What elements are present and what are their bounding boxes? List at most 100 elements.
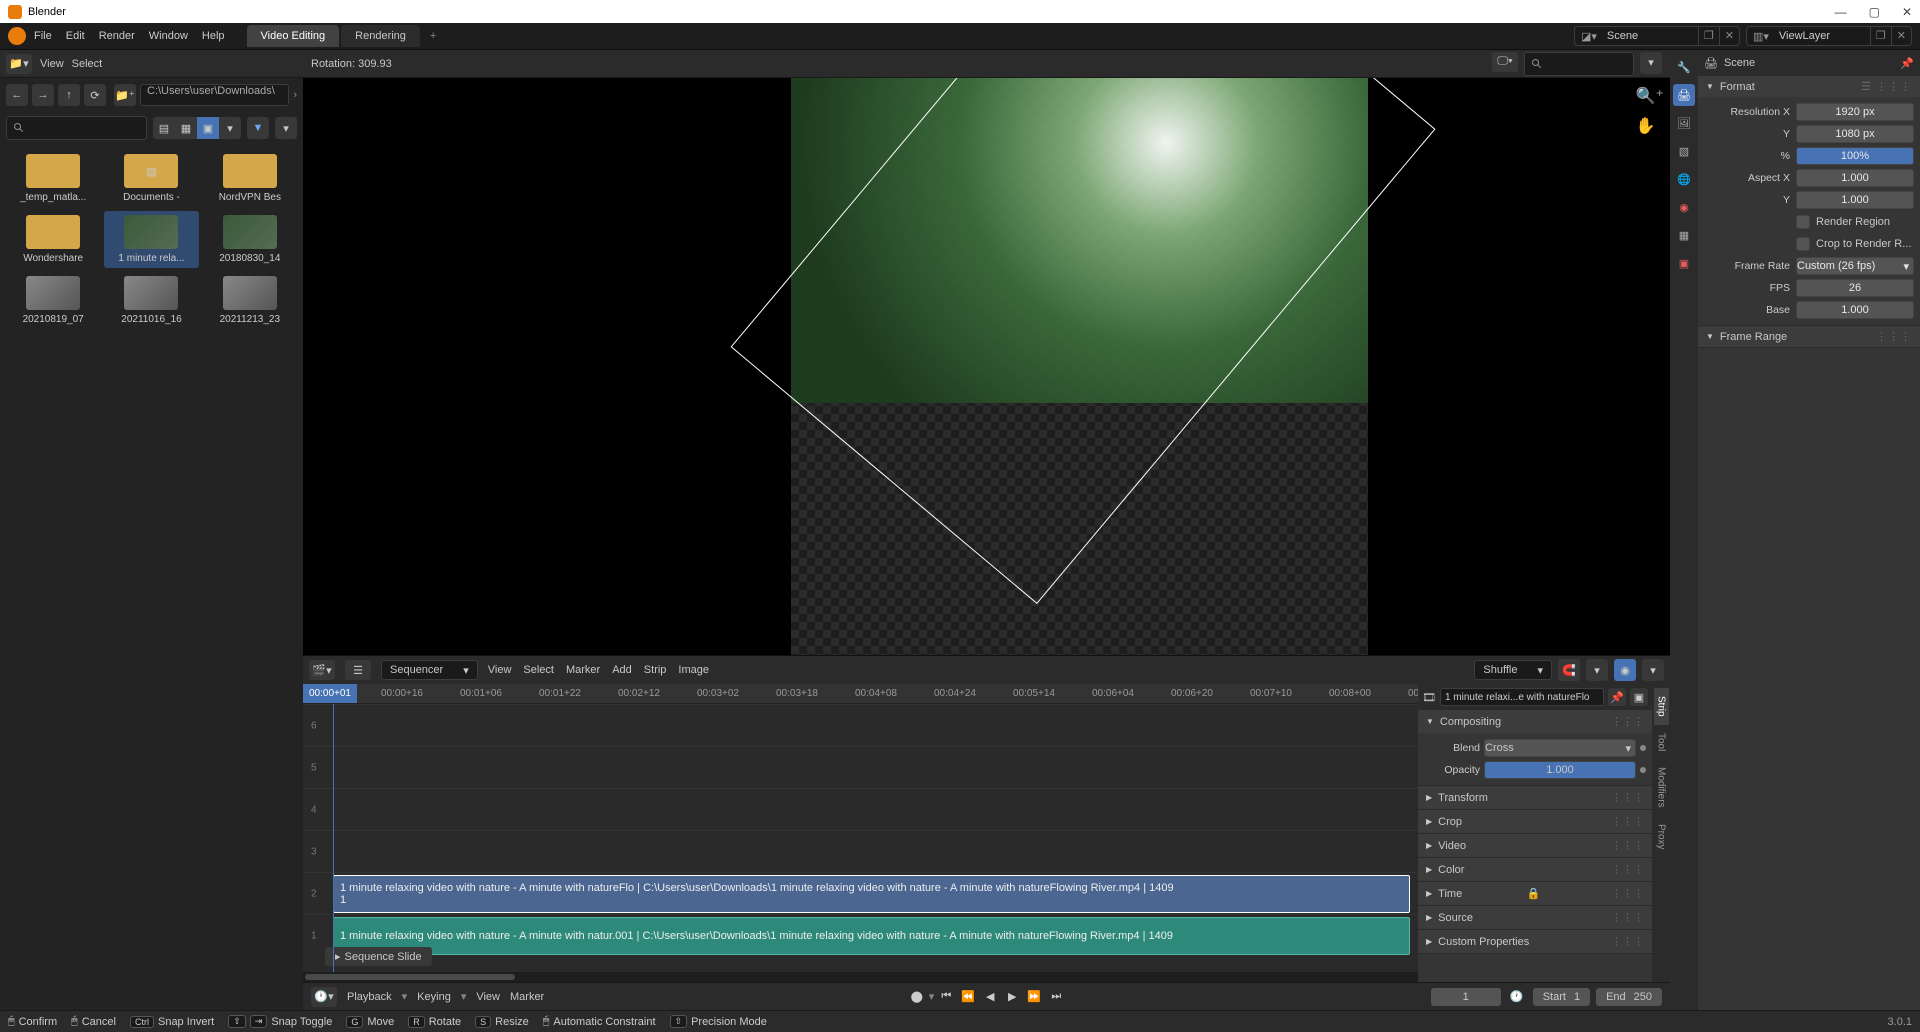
section-custom-props[interactable]: ▶Custom Properties⋮⋮⋮ [1418, 930, 1652, 953]
editor-type-dropdown[interactable]: 📁▾ [6, 54, 32, 74]
playback-menu[interactable]: Playback [347, 991, 392, 1003]
tab-video-editing[interactable]: Video Editing [247, 25, 340, 47]
prop-tab-viewlayer[interactable]: ▧ [1673, 140, 1695, 162]
keyframe-dot[interactable] [1640, 767, 1646, 773]
delete-viewlayer-button[interactable]: ✕ [1891, 27, 1911, 45]
view-list-vertical-button[interactable]: ▤ [153, 117, 175, 139]
new-scene-button[interactable]: ❐ [1698, 27, 1719, 45]
scene-browse-icon[interactable]: ◪▾ [1575, 30, 1603, 43]
viewlayer-selector[interactable]: ▥▾ ❐ ✕ [1746, 26, 1912, 46]
aspect-x-field[interactable]: 1.000 [1796, 169, 1914, 187]
seq-editor-type-dropdown[interactable]: 🎬▾ [309, 660, 335, 680]
autokey-button[interactable]: ⬤ [907, 987, 927, 1007]
sidepanel-tab-strip[interactable]: Strip [1654, 688, 1669, 725]
file-item[interactable]: 20210819_07 [6, 272, 100, 329]
preview-options-button[interactable]: ▾ [1640, 52, 1662, 74]
keyframe-dot[interactable] [1640, 745, 1646, 751]
video-strip-channel2[interactable]: 1 minute relaxing video with nature - A … [333, 875, 1410, 913]
resolution-y-field[interactable]: 1080 px [1796, 125, 1914, 143]
seq-overlap-dropdown[interactable]: Shuffle▾ [1474, 660, 1552, 680]
keying-menu[interactable]: Keying [417, 991, 451, 1003]
nav-back-button[interactable]: ← [6, 84, 28, 106]
prop-tab-render[interactable]: 🖼 [1673, 112, 1695, 134]
play-button[interactable]: ▶ [1002, 987, 1022, 1007]
scrollbar-thumb[interactable] [305, 974, 515, 980]
section-transform[interactable]: ▶Transform⋮⋮⋮ [1418, 786, 1652, 809]
seq-menu-add[interactable]: Add [612, 664, 632, 676]
zoom-icon[interactable]: 🔍⁺ [1636, 86, 1664, 106]
sidepanel-tab-tool[interactable]: Tool [1654, 725, 1669, 759]
pan-icon[interactable]: ✋ [1636, 116, 1664, 136]
view-thumbnail-button[interactable]: ▣ [197, 117, 219, 139]
seq-mode-dropdown[interactable]: Sequencer▾ [381, 660, 478, 680]
file-item[interactable]: Wondershare [6, 211, 100, 268]
path-input[interactable]: C:\Users\user\Downloads\ [140, 84, 289, 106]
prop-tab-object[interactable]: ▦ [1673, 224, 1695, 246]
menu-render[interactable]: Render [99, 30, 135, 42]
nav-refresh-button[interactable]: ⟳ [84, 84, 106, 106]
seq-menu-image[interactable]: Image [678, 664, 709, 676]
scene-name-input[interactable] [1603, 28, 1698, 44]
menu-window[interactable]: Window [149, 30, 188, 42]
timecode-ruler[interactable]: 00:00+01 00:00+16 00:01+06 00:01+22 00:0… [303, 684, 1418, 704]
path-more-icon[interactable]: › [293, 89, 297, 101]
viewlayer-name-input[interactable] [1775, 28, 1870, 44]
base-field[interactable]: 1.000 [1796, 301, 1914, 319]
section-compositing[interactable]: ▼Compositing⋮⋮⋮ [1418, 710, 1652, 733]
sidepanel-tab-proxy[interactable]: Proxy [1654, 816, 1669, 858]
file-item[interactable]: 20211213_23 [203, 272, 297, 329]
framerate-dropdown[interactable]: Custom (26 fps)▾ [1796, 257, 1914, 275]
prop-tab-world[interactable]: 🌐 [1673, 168, 1695, 190]
sidepanel-tab-modifiers[interactable]: Modifiers [1654, 759, 1669, 816]
jump-start-button[interactable]: ⏮ [936, 987, 956, 1007]
file-item[interactable]: _temp_matla... [6, 150, 100, 207]
delete-scene-button[interactable]: ✕ [1719, 27, 1739, 45]
scene-selector[interactable]: ◪▾ ❐ ✕ [1574, 26, 1740, 46]
section-color[interactable]: ▶Color⋮⋮⋮ [1418, 858, 1652, 881]
fb-menu-view[interactable]: View [40, 58, 64, 70]
menu-edit[interactable]: Edit [66, 30, 85, 42]
preview-viewport[interactable]: 🔍⁺ ✋ [303, 78, 1670, 655]
nav-forward-button[interactable]: → [32, 84, 54, 106]
nav-newfolder-button[interactable]: 📁⁺ [114, 84, 136, 106]
file-item[interactable]: ▧Documents - [104, 150, 198, 207]
view-options-button[interactable]: ▾ [219, 117, 241, 139]
section-source[interactable]: ▶Source⋮⋮⋮ [1418, 906, 1652, 929]
file-search-input[interactable] [6, 116, 147, 140]
seq-show-overlay-button[interactable]: ◉ [1614, 659, 1636, 681]
end-frame-field[interactable]: End250 [1596, 988, 1662, 1006]
preview-range-button[interactable]: 🕐 [1507, 987, 1527, 1007]
blend-dropdown[interactable]: Cross▾ [1484, 739, 1636, 757]
prop-section-frame-range[interactable]: ▼Frame Range⋮⋮⋮ [1698, 326, 1920, 347]
seq-overlay-options[interactable]: ▾ [1642, 659, 1664, 681]
seq-menu-select[interactable]: Select [523, 664, 554, 676]
prop-tab-scene[interactable]: ◉ [1673, 196, 1695, 218]
opacity-field[interactable]: 1.000 [1484, 761, 1636, 779]
strip-name-input[interactable] [1440, 688, 1604, 706]
prop-tab-tool[interactable]: 🔧 [1673, 56, 1695, 78]
crop-region-check[interactable] [1796, 237, 1810, 251]
file-item[interactable]: NordVPN Bes [203, 150, 297, 207]
file-item-selected[interactable]: 1 minute rela... [104, 211, 198, 268]
nav-up-button[interactable]: ↑ [58, 84, 80, 106]
seq-view-type-dropdown[interactable]: ☰ [345, 660, 371, 680]
prop-pin-button[interactable]: 📌 [1900, 57, 1914, 70]
resolution-pct-field[interactable]: 100% [1796, 147, 1914, 165]
current-frame-field[interactable]: 1 [1431, 988, 1501, 1006]
file-item[interactable]: 20211016_16 [104, 272, 198, 329]
start-frame-field[interactable]: Start1 [1533, 988, 1590, 1006]
prop-tab-texture[interactable]: ▣ [1673, 252, 1695, 274]
time-lock-icon[interactable]: 🔒 [1527, 887, 1541, 900]
pb-view-menu[interactable]: View [476, 991, 500, 1003]
seq-snap-button[interactable]: 🧲 [1558, 659, 1580, 681]
playback-editor-dropdown[interactable]: 🕐▾ [311, 987, 337, 1007]
seq-menu-view[interactable]: View [488, 664, 512, 676]
close-button[interactable]: ✕ [1902, 5, 1912, 19]
prop-section-format[interactable]: ▼Format ☰ ⋮⋮⋮ [1698, 76, 1920, 97]
timeline-tracks[interactable]: 6 5 4 3 2 1 minute relaxing video with n… [303, 704, 1418, 972]
new-viewlayer-button[interactable]: ❐ [1870, 27, 1891, 45]
strip-mute-button[interactable]: ▣ [1630, 688, 1648, 706]
preview-search[interactable] [1524, 52, 1634, 76]
seq-menu-strip[interactable]: Strip [644, 664, 667, 676]
viewlayer-browse-icon[interactable]: ▥▾ [1747, 30, 1775, 43]
